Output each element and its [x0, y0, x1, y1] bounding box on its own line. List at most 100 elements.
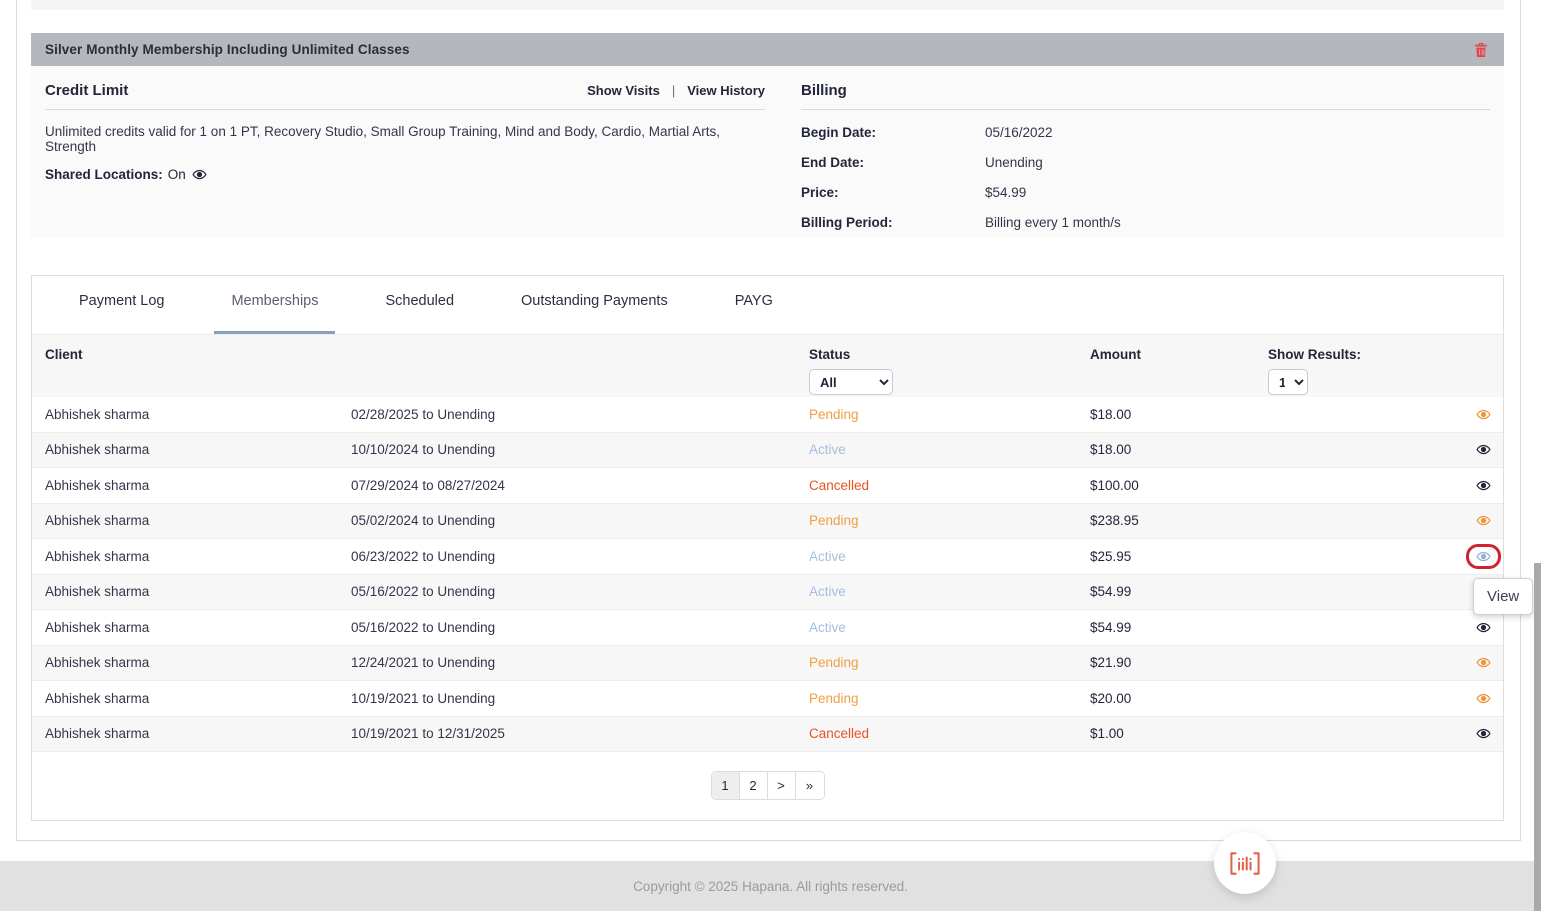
credit-limit-divider: [45, 109, 765, 110]
view-eye-button[interactable]: [1466, 544, 1501, 569]
eye-icon: [1475, 655, 1492, 670]
barcode-scan-icon: [1228, 850, 1262, 877]
status-label: Cancelled: [809, 726, 1090, 741]
footer: Copyright © 2025 Hapana. All rights rese…: [0, 861, 1541, 911]
billing-row: Begin Date: 05/16/2022: [801, 125, 1490, 140]
view-eye-button[interactable]: [1475, 620, 1492, 635]
credit-limit-heading: Credit Limit: [45, 82, 128, 99]
status-label: Pending: [809, 691, 1090, 706]
view-eye-button[interactable]: [1475, 407, 1492, 422]
view-tooltip: View: [1473, 578, 1533, 615]
delete-membership-button[interactable]: [1474, 42, 1488, 58]
page: Silver Monthly Membership Including Unli…: [0, 0, 1541, 911]
membership-period: 07/29/2024 to 08/27/2024: [351, 478, 809, 493]
page-button-2[interactable]: 2: [740, 772, 768, 799]
amount-value: $21.90: [1090, 655, 1268, 670]
client-name: Abhishek sharma: [45, 691, 351, 706]
membership-period: 10/10/2024 to Unending: [351, 442, 809, 457]
show-visits-link[interactable]: Show Visits: [587, 83, 660, 98]
table-row: Abhishek sharma 07/29/2024 to 08/27/2024…: [32, 468, 1503, 504]
client-column-header: Client: [45, 347, 351, 362]
client-name: Abhishek sharma: [45, 407, 351, 422]
tab-bar: Payment Log Memberships Scheduled Outstandi…: [32, 276, 1503, 334]
status-label: Active: [809, 584, 1090, 599]
membership-period: 12/24/2021 to Unending: [351, 655, 809, 670]
view-eye-button[interactable]: [1475, 442, 1492, 457]
pagination: 12>»: [32, 771, 1503, 800]
status-label: Pending: [809, 655, 1090, 670]
status-filter-select[interactable]: All: [809, 369, 893, 395]
billing-row: Billing Period: Billing every 1 month/s: [801, 215, 1490, 230]
membership-period: 10/19/2021 to Unending: [351, 691, 809, 706]
view-eye-button[interactable]: [1475, 513, 1492, 528]
amount-value: $18.00: [1090, 407, 1268, 422]
client-name: Abhishek sharma: [45, 584, 351, 599]
amount-value: $54.99: [1090, 620, 1268, 635]
shared-locations-eye-icon[interactable]: [191, 167, 208, 182]
billing-divider: [801, 109, 1490, 110]
view-eye-button[interactable]: [1475, 655, 1492, 670]
eye-icon: [1475, 691, 1492, 706]
eye-icon: [1475, 442, 1492, 457]
membership-period: 06/23/2022 to Unending: [351, 549, 809, 564]
tab-scheduled[interactable]: Scheduled: [368, 293, 471, 334]
barcode-scan-button[interactable]: [1214, 832, 1276, 894]
eye-icon: [1475, 478, 1492, 493]
table-row: Abhishek sharma 12/24/2021 to Unending P…: [32, 646, 1503, 682]
page-button-1[interactable]: 1: [712, 772, 740, 799]
client-name: Abhishek sharma: [45, 549, 351, 564]
table-body: Abhishek sharma 02/28/2025 to Unending P…: [32, 397, 1503, 752]
tab-payment-log[interactable]: Payment Log: [62, 293, 181, 334]
credit-limit-section: Credit Limit Show Visits | View History …: [45, 82, 791, 230]
client-name: Abhishek sharma: [45, 655, 351, 670]
client-name: Abhishek sharma: [45, 442, 351, 457]
shared-locations-label: Shared Locations:: [45, 167, 163, 182]
table-row: Abhishek sharma 05/16/2022 to Unending A…: [32, 610, 1503, 646]
eye-icon: [1475, 726, 1492, 741]
table-row: Abhishek sharma 05/16/2022 to Unending A…: [32, 575, 1503, 611]
eye-icon: [1475, 549, 1492, 564]
show-results-label: Show Results:: [1268, 347, 1473, 362]
status-column-header: Status: [809, 347, 1090, 362]
trash-icon: [1474, 42, 1488, 58]
status-label: Cancelled: [809, 478, 1090, 493]
vertical-scrollbar[interactable]: [1534, 563, 1541, 911]
eye-icon: [1475, 620, 1492, 635]
billing-row: Price: $54.99: [801, 185, 1490, 200]
amount-value: $1.00: [1090, 726, 1268, 741]
credit-limit-description: Unlimited credits valid for 1 on 1 PT, R…: [45, 124, 765, 154]
billing-row: End Date: Unending: [801, 155, 1490, 170]
show-results-select[interactable]: 10: [1268, 369, 1308, 395]
status-label: Active: [809, 620, 1090, 635]
membership-period: 05/02/2024 to Unending: [351, 513, 809, 528]
client-name: Abhishek sharma: [45, 620, 351, 635]
billing-section: Billing Begin Date: 05/16/2022 End Date:…: [791, 82, 1490, 230]
view-eye-button[interactable]: [1475, 478, 1492, 493]
end-date-value: Unending: [985, 155, 1043, 170]
link-separator: |: [672, 83, 675, 98]
client-name: Abhishek sharma: [45, 513, 351, 528]
membership-title-bar: Silver Monthly Membership Including Unli…: [31, 33, 1504, 66]
membership-period: 02/28/2025 to Unending: [351, 407, 809, 422]
end-date-label: End Date:: [801, 155, 985, 170]
table-row: Abhishek sharma 06/23/2022 to Unending A…: [32, 539, 1503, 575]
tab-memberships[interactable]: Memberships: [214, 293, 335, 334]
membership-period: 05/16/2022 to Unending: [351, 584, 809, 599]
amount-value: $54.99: [1090, 584, 1268, 599]
view-history-link[interactable]: View History: [687, 83, 765, 98]
tab-payg[interactable]: PAYG: [718, 293, 790, 334]
membership-period: 10/19/2021 to 12/31/2025: [351, 726, 809, 741]
amount-value: $20.00: [1090, 691, 1268, 706]
view-eye-button[interactable]: [1475, 691, 1492, 706]
table-header: Client Status All Amount Show Results: 1…: [32, 334, 1503, 397]
view-eye-button[interactable]: [1475, 726, 1492, 741]
page-button-4[interactable]: »: [796, 772, 824, 799]
top-strip: [31, 0, 1504, 10]
amount-value: $25.95: [1090, 549, 1268, 564]
table-row: Abhishek sharma 10/19/2021 to Unending P…: [32, 681, 1503, 717]
shared-locations-value: On: [168, 167, 186, 182]
page-button-3[interactable]: >: [768, 772, 796, 799]
billing-period-label: Billing Period:: [801, 215, 985, 230]
tab-outstanding-payments[interactable]: Outstanding Payments: [504, 293, 685, 334]
membership-period: 05/16/2022 to Unending: [351, 620, 809, 635]
